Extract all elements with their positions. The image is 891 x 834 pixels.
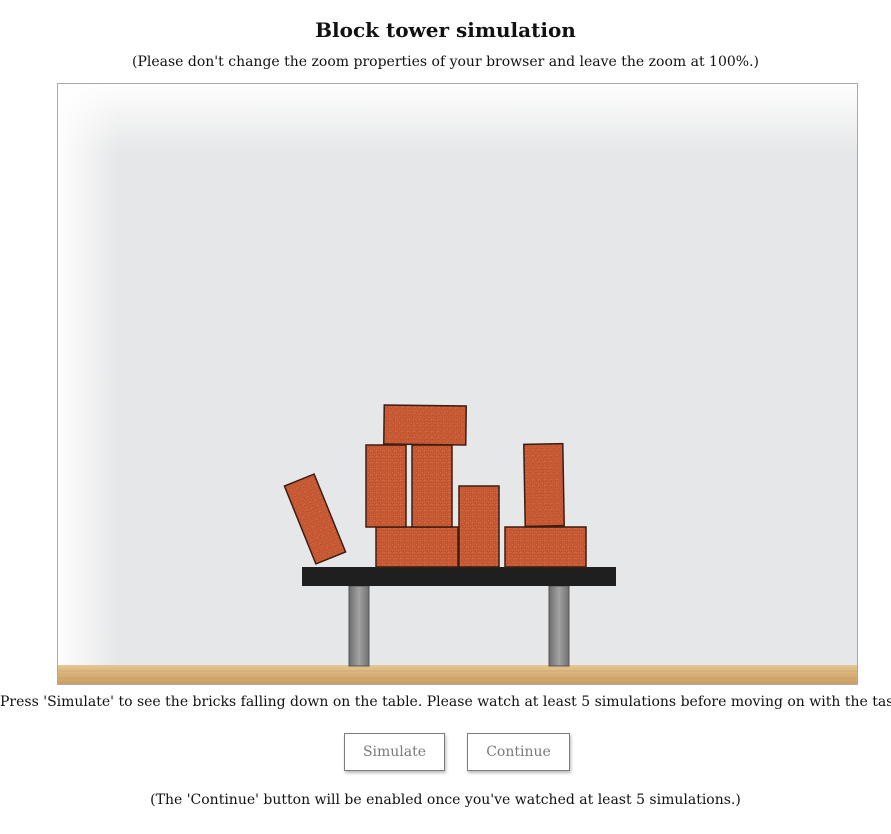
simulation-canvas	[57, 83, 858, 685]
brick-bottom-left	[375, 526, 459, 568]
page-subtitle: (Please don't change the zoom properties…	[131, 54, 759, 70]
brick-middle-right	[523, 442, 565, 528]
brick-tilted	[283, 473, 347, 565]
brick-middle-center	[411, 444, 453, 528]
brick-middle-left	[365, 444, 407, 528]
simulate-button[interactable]: Simulate	[344, 733, 445, 771]
continue-note: (The 'Continue' button will be enabled o…	[150, 792, 741, 808]
instructions-text: Press 'Simulate' to see the bricks falli…	[0, 694, 891, 710]
wooden-floor	[58, 665, 857, 684]
table-leg-left	[348, 585, 370, 667]
table-top	[302, 567, 616, 586]
wall-highlight-top	[58, 84, 857, 154]
table-leg-right	[548, 585, 570, 667]
simulation-scene	[58, 84, 857, 684]
brick-bottom-middle	[458, 485, 500, 568]
page-title: Block tower simulation	[315, 18, 576, 42]
brick-top	[383, 404, 467, 446]
continue-button[interactable]: Continue	[467, 733, 570, 771]
brick-bottom-right	[504, 526, 587, 568]
wall-highlight-left	[58, 84, 118, 684]
